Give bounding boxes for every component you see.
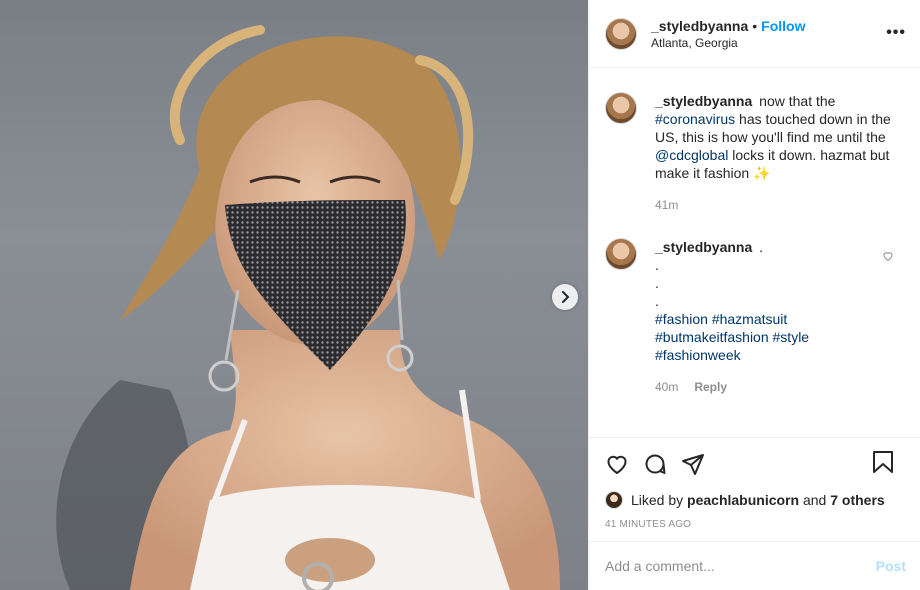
post-timestamp[interactable]: 41 MINUTES AGO [589,511,920,541]
comment-username[interactable]: _styledbyanna [655,239,752,255]
caption-text-1: now that the [759,93,836,109]
comment-dot-line: . [655,275,659,291]
separator-dot: • [752,17,758,34]
post-panel: _styledbyanna • Follow Atlanta, Georgia … [588,0,920,590]
avatar[interactable] [605,17,637,50]
comment-input[interactable] [605,558,876,574]
post-photo[interactable] [0,0,588,590]
follow-button[interactable]: Follow [761,18,805,34]
comment-dot-line: . [655,293,659,309]
action-bar [589,437,920,489]
caption-meta: 41m [655,196,895,214]
comment-dot-line: . [759,239,764,255]
photo-illustration [56,25,560,590]
avatar[interactable] [605,238,637,270]
caption-username[interactable]: _styledbyanna [655,93,752,109]
chevron-right-icon [562,291,570,303]
location-link[interactable]: Atlanta, Georgia [651,36,806,50]
hashtags-line[interactable]: #butmakeitfashion #style [655,328,895,346]
comments-section: _styledbyanna now that the #coronavirus … [589,68,920,437]
comment-icon[interactable] [643,452,667,476]
likes-joiner: and [802,492,827,508]
avatar[interactable] [605,92,637,124]
post-header: _styledbyanna • Follow Atlanta, Georgia … [589,0,920,68]
bookmark-icon[interactable] [872,450,894,474]
instagram-post: _styledbyanna • Follow Atlanta, Georgia … [0,0,920,590]
like-comment-heart-icon[interactable] [882,250,894,262]
comment-dot-line: . [655,257,659,273]
liker-username[interactable]: peachlabunicorn [687,492,799,508]
likes-others-link[interactable]: 7 others [830,492,884,508]
header-line: _styledbyanna • Follow [651,18,806,34]
hashtags-line[interactable]: #fashion #hazmatsuit [655,310,895,328]
comment: _styledbyanna . . . . #fashion #hazmatsu… [605,238,904,396]
mention-link[interactable]: @cdcglobal [655,147,728,163]
post-comment-button[interactable]: Post [876,558,906,574]
hashtag-link[interactable]: #coronavirus [655,111,735,127]
comment-body: _styledbyanna . . . . #fashion #hazmatsu… [655,238,895,396]
sparkle-emoji: ✨ [753,165,771,181]
comment-first-line: _styledbyanna . [655,238,895,256]
heart-icon[interactable] [605,452,629,476]
header-text: _styledbyanna • Follow Atlanta, Georgia [651,18,806,50]
next-photo-button[interactable] [552,284,578,310]
reply-button[interactable]: Reply [694,378,727,396]
share-icon[interactable] [681,452,705,476]
liker-avatar[interactable] [605,491,623,509]
add-comment-bar: Post [589,541,920,590]
caption-text: _styledbyanna now that the #coronavirus … [655,92,895,182]
comment-time[interactable]: 40m [655,378,678,396]
caption-body: _styledbyanna now that the #coronavirus … [655,92,895,214]
more-options-icon[interactable]: ••• [886,24,906,42]
caption: _styledbyanna now that the #coronavirus … [605,92,904,214]
header-username[interactable]: _styledbyanna [651,18,748,34]
likes-summary: Liked by peachlabunicorn and 7 others [589,489,920,511]
hashtags-line[interactable]: #fashionweek [655,346,895,364]
likes-prefix: Liked by [631,492,684,508]
comment-meta: 40m Reply [655,378,895,396]
caption-time[interactable]: 41m [655,196,678,214]
